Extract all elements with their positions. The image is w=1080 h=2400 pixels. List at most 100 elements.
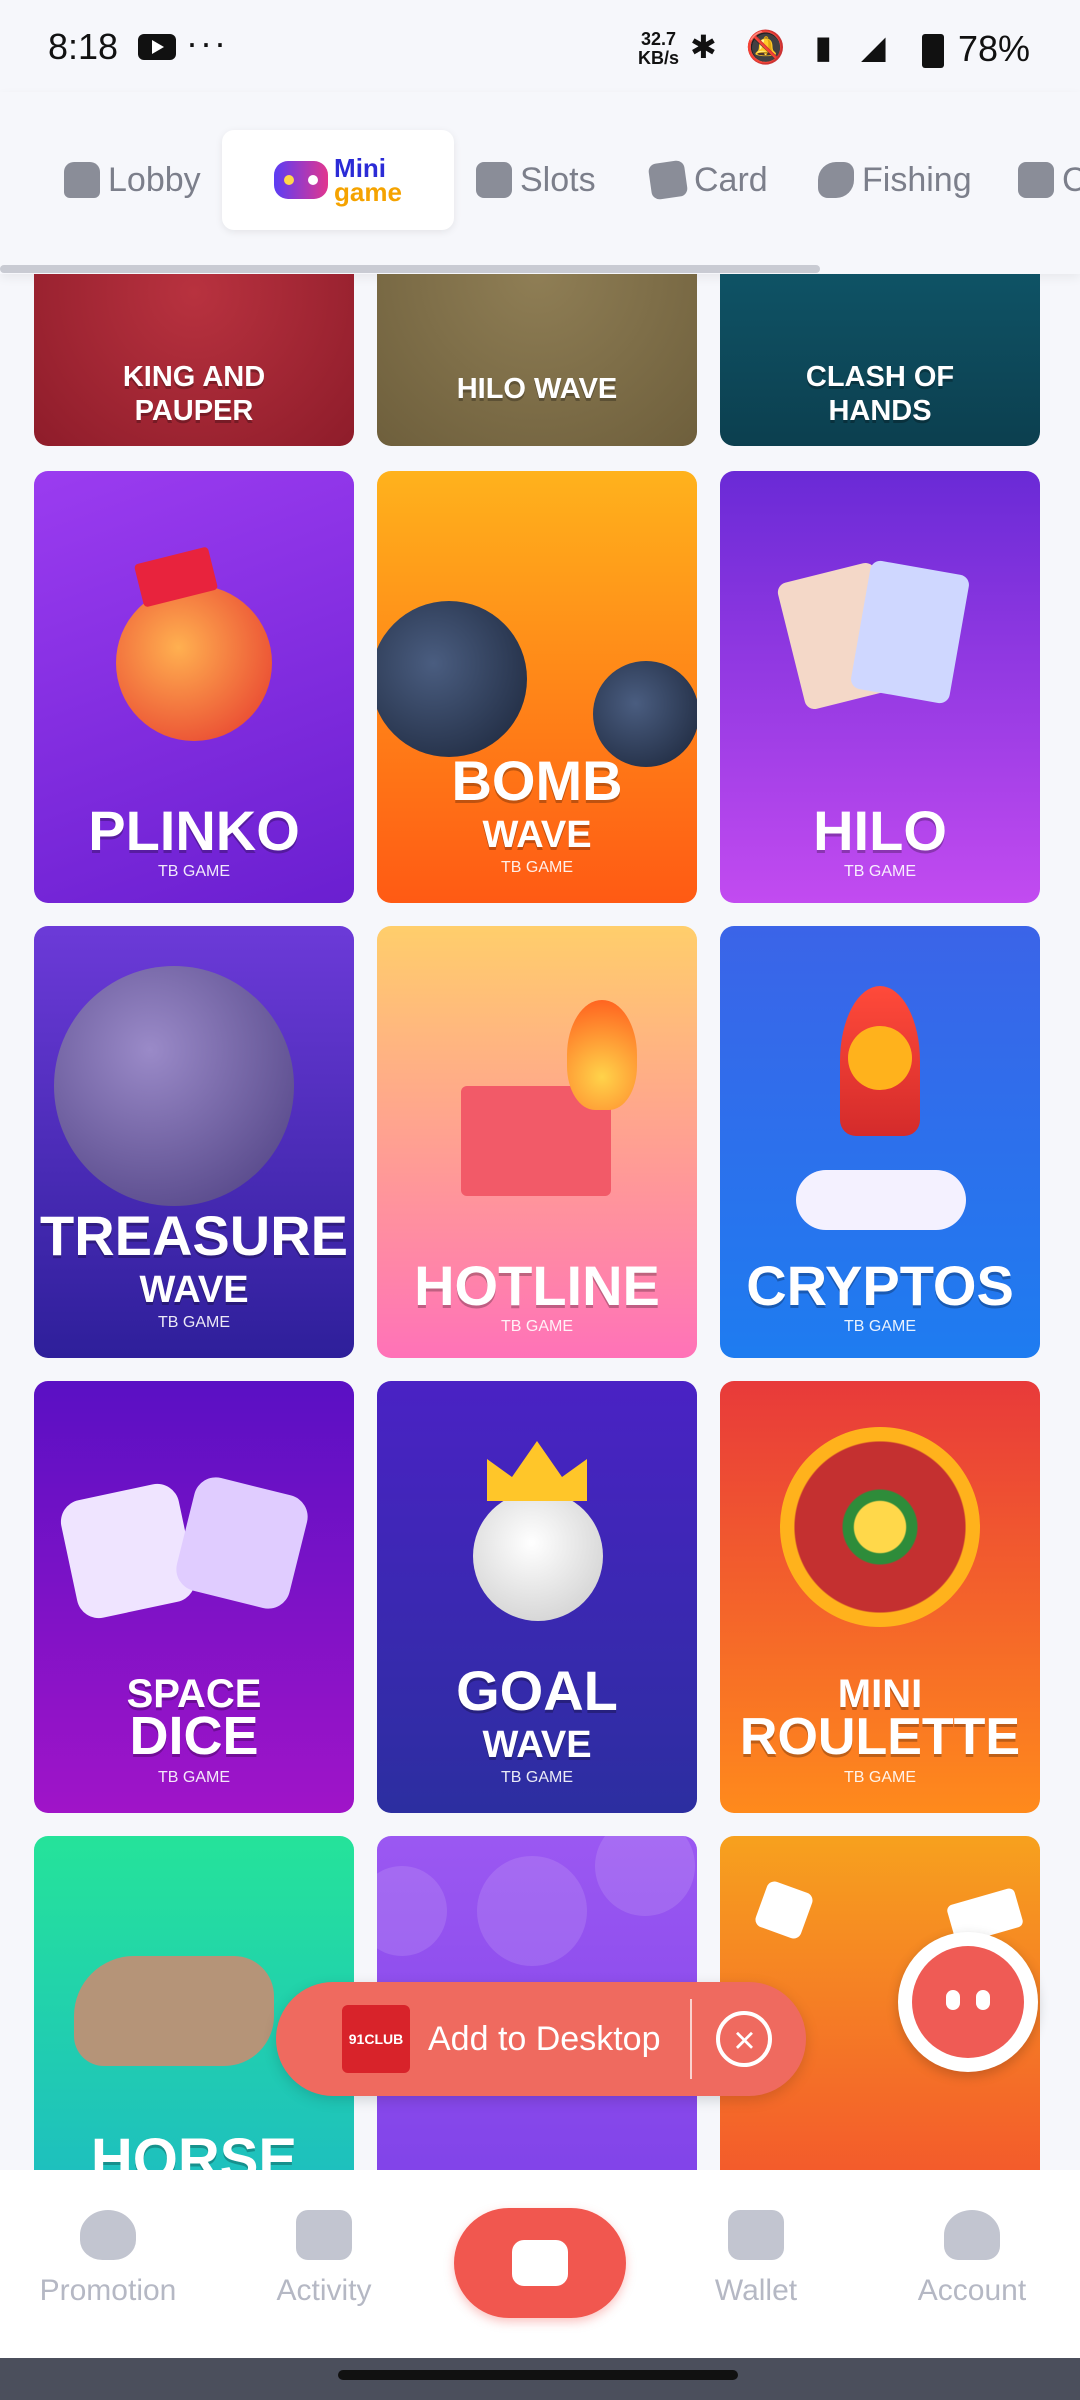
nav-label: Wallet (714, 2274, 798, 2307)
add-to-desktop-label[interactable]: Add to Desktop (428, 2020, 660, 2059)
close-icon[interactable]: × (716, 2011, 773, 2067)
user-icon (944, 2210, 1000, 2260)
tab-label: Slots (520, 160, 596, 199)
number-ball-icon (595, 1836, 695, 1916)
game-title: HILO (813, 799, 947, 862)
game-title: GOAL (456, 1659, 618, 1722)
game-card-treasure-wave[interactable]: TREASURE WAVE TB GAME (34, 926, 354, 1358)
bitcoin-icon (848, 1026, 912, 1090)
game-card-cryptos[interactable]: CRYPTOS TB GAME (720, 926, 1040, 1358)
tab-label: Fishing (862, 160, 972, 199)
game-card-mini-roulette[interactable]: MINI ROULETTE TB GAME (720, 1381, 1040, 1813)
system-status-icons: ✱ 🔕 ▮ ◢ (690, 29, 896, 65)
gamepad-icon (512, 2240, 568, 2286)
game-provider: TB GAME (157, 1769, 230, 1786)
casino-icon (1018, 162, 1054, 198)
chat-bubble-icon (912, 1946, 1024, 2058)
app-logo: 91CLUB (342, 2005, 410, 2073)
system-navigation-bar (0, 2358, 1080, 2400)
slot-7-icon (476, 162, 512, 198)
game-title: HOTLINE (414, 1254, 660, 1317)
game-card-hotline[interactable]: HOTLINE TB GAME (377, 926, 697, 1358)
card-icon (647, 159, 689, 201)
soccer-ball-icon (473, 1491, 603, 1621)
game-card-bomb-wave[interactable]: BOMB WAVE TB GAME (377, 471, 697, 903)
wallet-icon (728, 2210, 784, 2260)
plinko-ball-icon (116, 585, 272, 741)
tab-minigame[interactable]: Mini game (222, 130, 454, 230)
speed-unit: KB/s (638, 48, 680, 68)
dice-icon (171, 1472, 313, 1614)
bomb-icon (54, 966, 294, 1206)
game-provider: TB GAME (500, 1318, 573, 1335)
youtube-icon (138, 34, 176, 60)
number-ball-icon (477, 1856, 587, 1966)
nav-account[interactable]: Account (882, 2210, 1062, 2308)
game-card-hilo[interactable]: HILO TB GAME (720, 471, 1040, 903)
tab-fishing[interactable]: Fishing (818, 130, 972, 230)
divider (690, 1999, 693, 2079)
game-provider: TB GAME (157, 1314, 230, 1331)
nav-label: Promotion (39, 2274, 177, 2307)
status-bar: 8:18 ··· 32.7 KB/s ✱ 🔕 ▮ ◢ 78% (0, 0, 1080, 92)
dice-icon (753, 1879, 815, 1941)
tab-card[interactable]: Card (647, 130, 768, 230)
game-title: KING AND PAUPER (122, 361, 266, 427)
nav-promotion[interactable]: Promotion (18, 2210, 198, 2308)
nav-label: Account (917, 2274, 1027, 2307)
nav-games[interactable] (454, 2208, 626, 2318)
heart-hand-icon (80, 2210, 136, 2260)
customer-service-button[interactable] (898, 1932, 1038, 2072)
game-title: TREASURE (39, 1204, 349, 1267)
category-tab-bar: Lobby Mini game Slots Card Fishing C (0, 92, 1080, 274)
speed-value: 32.7 (640, 29, 677, 49)
fish-icon (818, 162, 854, 198)
game-provider: TB GAME (157, 863, 230, 880)
game-title: HILO WAVE (456, 373, 618, 405)
game-card-space-dice[interactable]: SPACE DICE TB GAME (34, 1381, 354, 1813)
crown-icon (487, 1441, 587, 1501)
fire-icon (567, 1000, 637, 1110)
battery-percent: 78% (958, 28, 1031, 69)
game-subtitle: WAVE (139, 1269, 249, 1311)
game-title: HORSE (90, 2127, 298, 2170)
game-title: CLASH OF HANDS (805, 361, 955, 427)
game-subtitle: DICE (129, 1706, 259, 1766)
add-to-desktop-banner[interactable]: 91CLUB Add to Desktop × (276, 1982, 806, 2096)
nav-label: Activity (276, 2274, 372, 2307)
tab-casino[interactable]: C (1018, 130, 1080, 230)
tab-label: C (1062, 160, 1080, 199)
tab-label: Lobby (108, 160, 201, 199)
game-subtitle: ROULETTE (739, 1708, 1021, 1766)
game-card-plinko[interactable]: PLINKO TB GAME (34, 471, 354, 903)
nav-activity[interactable]: Activity (234, 2210, 414, 2308)
tab-scrollbar[interactable] (0, 265, 820, 273)
house-icon (64, 162, 100, 198)
game-title: CRYPTOS (746, 1254, 1014, 1317)
playing-card-icon (849, 559, 971, 705)
tab-label-b: game (334, 177, 402, 207)
game-card-king-and-pauper[interactable]: KING AND PAUPER (34, 274, 354, 446)
game-provider: TB GAME (500, 1769, 573, 1786)
tab-slots[interactable]: Slots (476, 130, 596, 230)
tab-lobby[interactable]: Lobby (64, 130, 201, 230)
game-title: PLINKO (88, 799, 300, 862)
game-card-hilo-wave[interactable]: HILO WAVE (377, 274, 697, 446)
bomb-icon (377, 601, 527, 757)
game-provider: TB GAME (500, 859, 573, 876)
network-speed: 32.7 KB/s (638, 30, 679, 68)
battery-icon (922, 34, 944, 68)
minigame-logo: Mini game (274, 155, 402, 207)
game-card-goal-wave[interactable]: GOAL WAVE TB GAME (377, 1381, 697, 1813)
game-grid: KING AND PAUPER HILO WAVE CLASH OF HANDS… (0, 274, 1080, 2170)
game-subtitle: WAVE (482, 814, 592, 856)
home-indicator[interactable] (338, 2370, 738, 2380)
nav-wallet[interactable]: Wallet (666, 2210, 846, 2308)
tab-label: Card (694, 160, 768, 199)
horse-icon (74, 1956, 274, 2066)
number-ball-icon (377, 1866, 447, 1956)
game-subtitle: WAVE (482, 1724, 592, 1766)
cloud-icon (796, 1170, 966, 1230)
game-card-clash-of-hands[interactable]: CLASH OF HANDS (720, 274, 1040, 446)
more-notifications-icon: ··· (186, 22, 228, 63)
